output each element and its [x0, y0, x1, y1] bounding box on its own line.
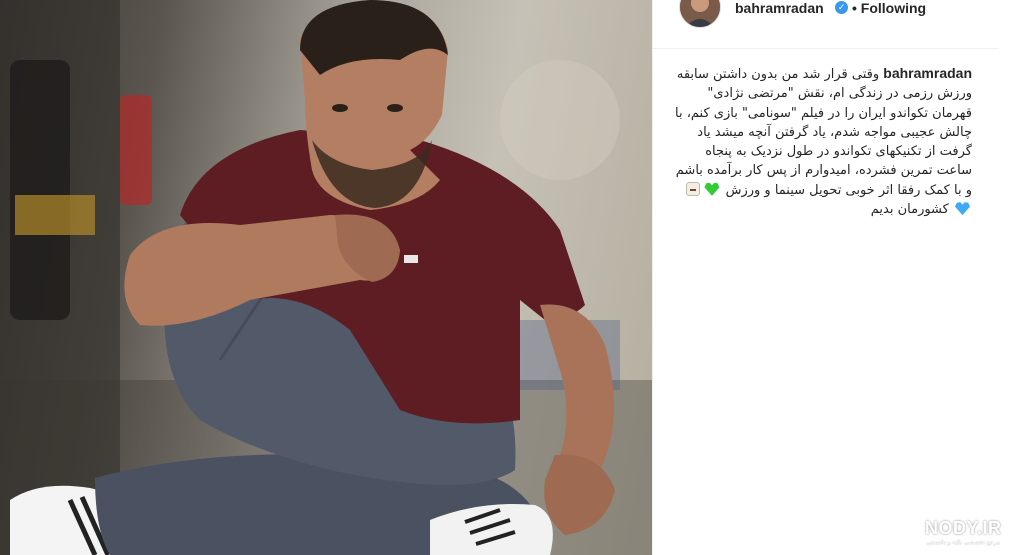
- caption-tail-text: کشورمان بدیم: [870, 202, 949, 218]
- verified-check-icon: ✓: [835, 1, 848, 14]
- following-button[interactable]: • Following: [852, 0, 926, 16]
- post-header: bahramradan ✓ • Following: [653, 0, 999, 49]
- post-photo: [0, 0, 652, 555]
- post-side-panel: bahramradan ✓ • Following bahramradan وق…: [652, 0, 1013, 555]
- profile-picture: [680, 0, 720, 27]
- man-stretching-image: [0, 0, 652, 555]
- green-heart-icon: [704, 182, 720, 196]
- site-watermark-subtext: مرجع تخصصی نکته و دانستنی: [926, 540, 1000, 546]
- avatar[interactable]: [679, 0, 721, 28]
- post-caption: bahramradan وقتی قرار شد من بدون داشتن س…: [672, 64, 972, 219]
- caption-text: وقتی قرار شد من بدون داشتن سابقه ورزش رز…: [674, 67, 972, 198]
- site-watermark: NODY.IR: [925, 518, 1002, 538]
- blue-heart-icon: [955, 202, 970, 216]
- username-link[interactable]: bahramradan: [735, 0, 824, 16]
- caption-username-link[interactable]: bahramradan: [883, 65, 972, 81]
- martial-arts-uniform-icon: [686, 181, 701, 196]
